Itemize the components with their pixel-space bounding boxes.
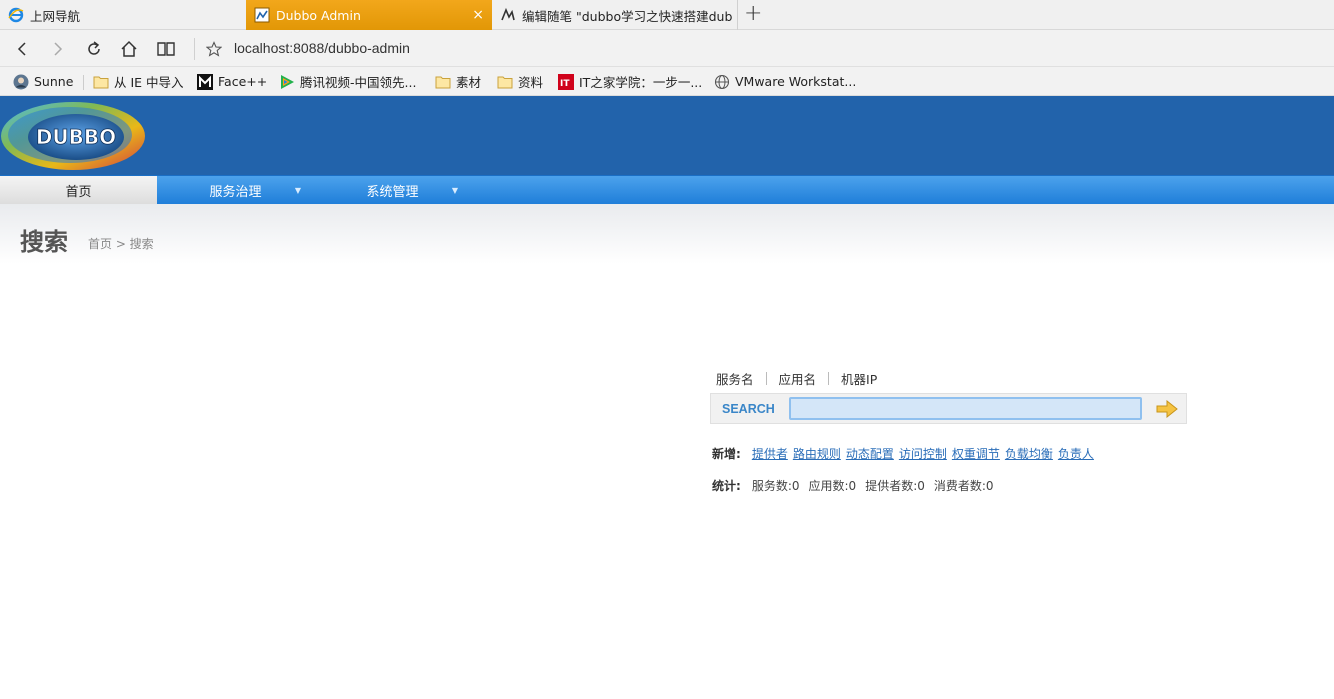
add-dynamic-config-link[interactable]: 动态配置	[846, 445, 894, 462]
browser-tab-strip: 上网导航 Dubbo Admin × 编辑随笔 "dubbo学习之快速搭建dub…	[0, 0, 1334, 30]
tab-service-name[interactable]: 服务名	[716, 369, 754, 396]
tencent-video-icon	[279, 74, 295, 90]
favorite-faceplusplus[interactable]: Face++	[197, 73, 267, 90]
stat-consumers: 消费者数:0	[933, 478, 994, 493]
search-label: SEARCH	[722, 402, 775, 416]
folder-icon	[93, 74, 109, 90]
refresh-icon[interactable]	[83, 38, 105, 60]
address-toolbar: localhost:8088/dubbo-admin	[0, 30, 1334, 67]
favorite-ziliao[interactable]: 资料	[497, 73, 543, 90]
search-go-arrow-icon[interactable]	[1156, 399, 1178, 419]
add-provider-link[interactable]: 提供者	[752, 445, 788, 462]
add-label: 新增:	[712, 446, 741, 461]
reading-view-icon[interactable]	[155, 38, 177, 60]
favorite-ithome[interactable]: IT IT之家学院：一步一...	[558, 73, 702, 90]
stats-row: 统计: 服务数:0 应用数:0 提供者数:0 消费者数:0	[712, 477, 1003, 493]
new-tab-button[interactable]: +	[744, 3, 762, 25]
tab-machine-ip[interactable]: 机器IP	[841, 369, 877, 388]
tab-application-name[interactable]: 应用名	[779, 369, 817, 388]
folder-icon	[497, 74, 513, 90]
cnblogs-icon	[500, 7, 516, 23]
stat-providers: 提供者数:0	[865, 478, 925, 493]
dubbo-favicon	[254, 7, 270, 23]
breadcrumb: 首页 > 搜索	[88, 237, 154, 251]
menu-system-management[interactable]: 系统管理 ▼	[314, 176, 471, 205]
favorite-tencent-video[interactable]: 腾讯视频-中国领先...	[279, 73, 416, 90]
add-owner-link[interactable]: 负责人	[1058, 445, 1094, 462]
browser-tab-title: Dubbo Admin	[276, 7, 361, 23]
browser-tab-navigation[interactable]: 上网导航	[0, 0, 246, 30]
toolbar-divider	[194, 38, 195, 60]
avatar-icon	[13, 74, 29, 90]
folder-icon	[435, 74, 451, 90]
forward-icon[interactable]	[47, 38, 69, 60]
search-box: SEARCH	[710, 393, 1187, 424]
favorite-ie-import[interactable]: 从 IE 中导入	[93, 73, 184, 90]
stats-label: 统计:	[712, 478, 741, 493]
browser-tab-cnblogs[interactable]: 编辑随笔 "dubbo学习之快速搭建dub	[492, 0, 738, 30]
tab-divider	[765, 371, 767, 385]
browser-tab-title: 上网导航	[30, 8, 81, 24]
search-input[interactable]	[789, 397, 1142, 420]
ie-icon	[8, 7, 24, 23]
add-weight-link[interactable]: 权重调节	[952, 445, 1000, 462]
favorites-bar: Sunne 从 IE 中导入 Face++ 腾讯视频-中国领先... 素材 资料…	[0, 67, 1334, 96]
add-load-balance-link[interactable]: 负载均衡	[1005, 445, 1053, 462]
add-route-rule-link[interactable]: 路由规则	[793, 445, 841, 462]
menu-home[interactable]: 首页	[0, 176, 157, 205]
favorite-sunne[interactable]: Sunne	[13, 73, 73, 90]
favorites-divider	[83, 75, 84, 90]
add-access-control-link[interactable]: 访问控制	[899, 445, 947, 462]
add-links-row: 新增: 提供者 路由规则 动态配置 访问控制 权重调节 负载均衡 负责人	[712, 445, 1099, 461]
page-title: 搜索	[20, 228, 68, 256]
dropdown-caret-icon: ▼	[451, 186, 458, 195]
favorite-star-icon[interactable]	[203, 38, 225, 60]
dropdown-caret-icon: ▼	[294, 186, 301, 195]
stat-services: 服务数:0	[751, 478, 800, 493]
title-band	[0, 204, 1334, 264]
ithome-icon: IT	[558, 73, 574, 90]
browser-tab-dubbo-admin[interactable]: Dubbo Admin ×	[246, 0, 492, 30]
svg-text:IT: IT	[560, 79, 570, 89]
close-tab-icon[interactable]: ×	[472, 7, 484, 23]
faceplusplus-icon	[197, 73, 213, 90]
favorite-sucai[interactable]: 素材	[435, 73, 481, 90]
browser-tab-title: 编辑随笔 "dubbo学习之快速搭建dub	[522, 8, 733, 24]
dubbo-logo-text: DUBBO	[36, 125, 116, 149]
site-header: DUBBO	[0, 96, 1334, 175]
favorite-vmware[interactable]: VMware Workstat...	[714, 73, 856, 90]
globe-icon	[714, 74, 730, 90]
dubbo-logo[interactable]: DUBBO	[0, 97, 150, 173]
stat-applications: 应用数:0	[808, 478, 857, 493]
home-icon[interactable]	[118, 38, 140, 60]
search-type-tabs: 服务名 应用名 机器IP	[716, 368, 877, 396]
tab-divider	[828, 371, 830, 385]
menu-service-governance[interactable]: 服务治理 ▼	[157, 176, 314, 205]
address-url[interactable]: localhost:8088/dubbo-admin	[234, 40, 410, 56]
main-menu: 首页 服务治理 ▼ 系统管理 ▼	[0, 175, 1334, 205]
back-icon[interactable]	[11, 38, 33, 60]
